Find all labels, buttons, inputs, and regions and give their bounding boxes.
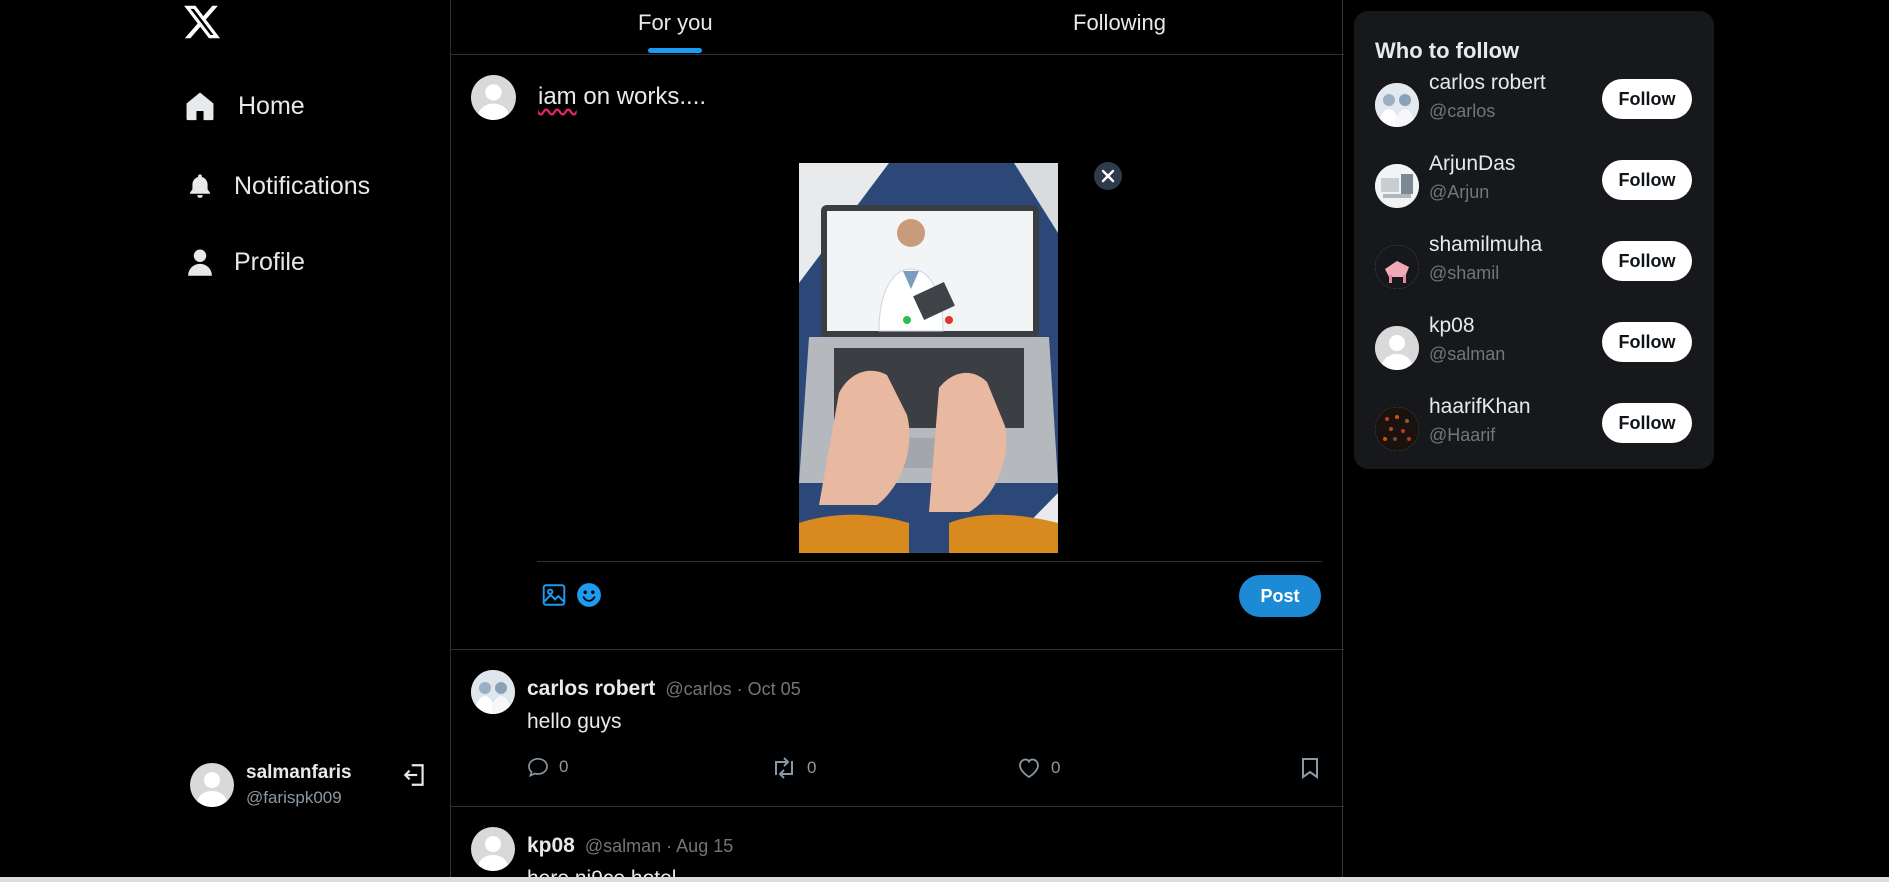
tweet-author[interactable]: kp08 [527,834,575,858]
avatar [1375,83,1419,127]
suggested-user[interactable]: shamilmuha @shamil Follow [1375,233,1695,289]
left-sidebar: Home Notifications Profile salmanfaris @… [0,0,450,882]
follow-button[interactable]: Follow [1602,403,1692,443]
avatar [1375,164,1419,208]
avatar [471,75,516,120]
close-icon [1101,169,1115,183]
account-handle: @farispk009 [246,788,342,807]
user-icon [182,244,218,280]
tweet-author[interactable]: carlos robert [527,677,655,701]
suggested-user-name: ArjunDas [1429,152,1516,175]
main-timeline: For you Following iam on works.... Post … [450,0,1344,882]
suggested-user[interactable]: carlos robert @carlos Follow [1375,71,1695,127]
home-icon [182,88,218,124]
like-count: 0 [1051,758,1061,777]
tweet-body: hello guys [527,710,622,733]
suggested-user-handle: @Haarif [1429,425,1496,445]
avatar[interactable] [471,670,515,714]
account-switcher[interactable]: salmanfaris @farispk009 [190,757,430,813]
bookmark-button[interactable] [1301,757,1329,779]
reply-button[interactable]: 0 [527,757,568,777]
nav-home[interactable]: Home [182,88,305,124]
window-bottom-edge [0,877,1889,882]
nav-profile[interactable]: Profile [182,244,305,280]
nav-notifications[interactable]: Notifications [182,168,370,204]
tweet-meta: @salman · Aug 15 [584,836,734,856]
emoji-icon[interactable] [576,582,602,608]
compose-text-rest: on works.... [576,83,707,110]
suggested-user[interactable]: kp08 @salman Follow [1375,314,1695,370]
active-tab-indicator [648,48,702,53]
retweet-icon [775,757,793,779]
follow-button[interactable]: Follow [1602,160,1692,200]
nav-home-label: Home [238,91,305,120]
suggested-user-name: shamilmuha [1429,233,1543,256]
avatar[interactable] [471,827,515,871]
avatar [1375,245,1419,289]
remove-media-button[interactable] [1094,162,1122,190]
suggested-user-name: haarifKhan [1429,395,1531,418]
post-composer: iam on works.... Post [451,55,1344,650]
composer-divider [537,561,1322,562]
suggested-user[interactable]: ArjunDas @Arjun Follow [1375,152,1695,208]
logout-icon[interactable] [402,762,428,788]
suggested-user-handle: @carlos [1429,101,1496,121]
who-to-follow-panel: Who to follow carlos robert @carlos Foll… [1354,11,1714,469]
tweet[interactable]: carlos robert @carlos · Oct 05 hello guy… [451,650,1344,807]
suggested-user-name: kp08 [1429,314,1475,337]
image-icon[interactable] [541,582,567,608]
nav-notifications-label: Notifications [234,171,371,200]
post-button[interactable]: Post [1239,575,1321,617]
reply-count: 0 [559,757,569,776]
account-name: salmanfaris [246,762,352,783]
avatar [190,763,234,807]
suggested-user-handle: @Arjun [1429,182,1490,202]
like-button[interactable]: 0 [1017,757,1060,779]
follow-button[interactable]: Follow [1602,79,1692,119]
follow-button[interactable]: Follow [1602,322,1692,362]
tab-following[interactable]: Following [1073,10,1166,36]
x-logo-icon[interactable] [182,2,222,42]
retweet-count: 0 [807,758,817,777]
avatar [1375,407,1419,451]
suggested-user-handle: @salman [1429,344,1506,364]
retweet-button[interactable]: 0 [771,757,816,779]
tweet-meta: @carlos · Oct 05 [665,679,801,699]
tweet[interactable]: kp08 @salman · Aug 15 here ni9ce hotel [451,807,1344,882]
attached-image-preview [799,163,1058,553]
suggested-user-handle: @shamil [1429,263,1500,283]
suggested-user-name: carlos robert [1429,71,1546,94]
bookmark-icon [1302,758,1318,779]
avatar [1375,326,1419,370]
heart-icon [1019,758,1039,779]
timeline-tabs: For you Following [451,0,1344,55]
compose-input[interactable]: iam on works.... [538,83,706,111]
comment-icon [528,757,548,777]
misspelled-word: iam [538,83,577,110]
app: Home Notifications Profile salmanfaris @… [0,0,1889,882]
nav-profile-label: Profile [234,247,305,276]
bell-icon [182,168,218,204]
who-to-follow-title: Who to follow [1375,38,1520,63]
suggested-user[interactable]: haarifKhan @Haarif Follow [1375,395,1695,451]
follow-button[interactable]: Follow [1602,241,1692,281]
tab-for-you[interactable]: For you [638,10,713,36]
